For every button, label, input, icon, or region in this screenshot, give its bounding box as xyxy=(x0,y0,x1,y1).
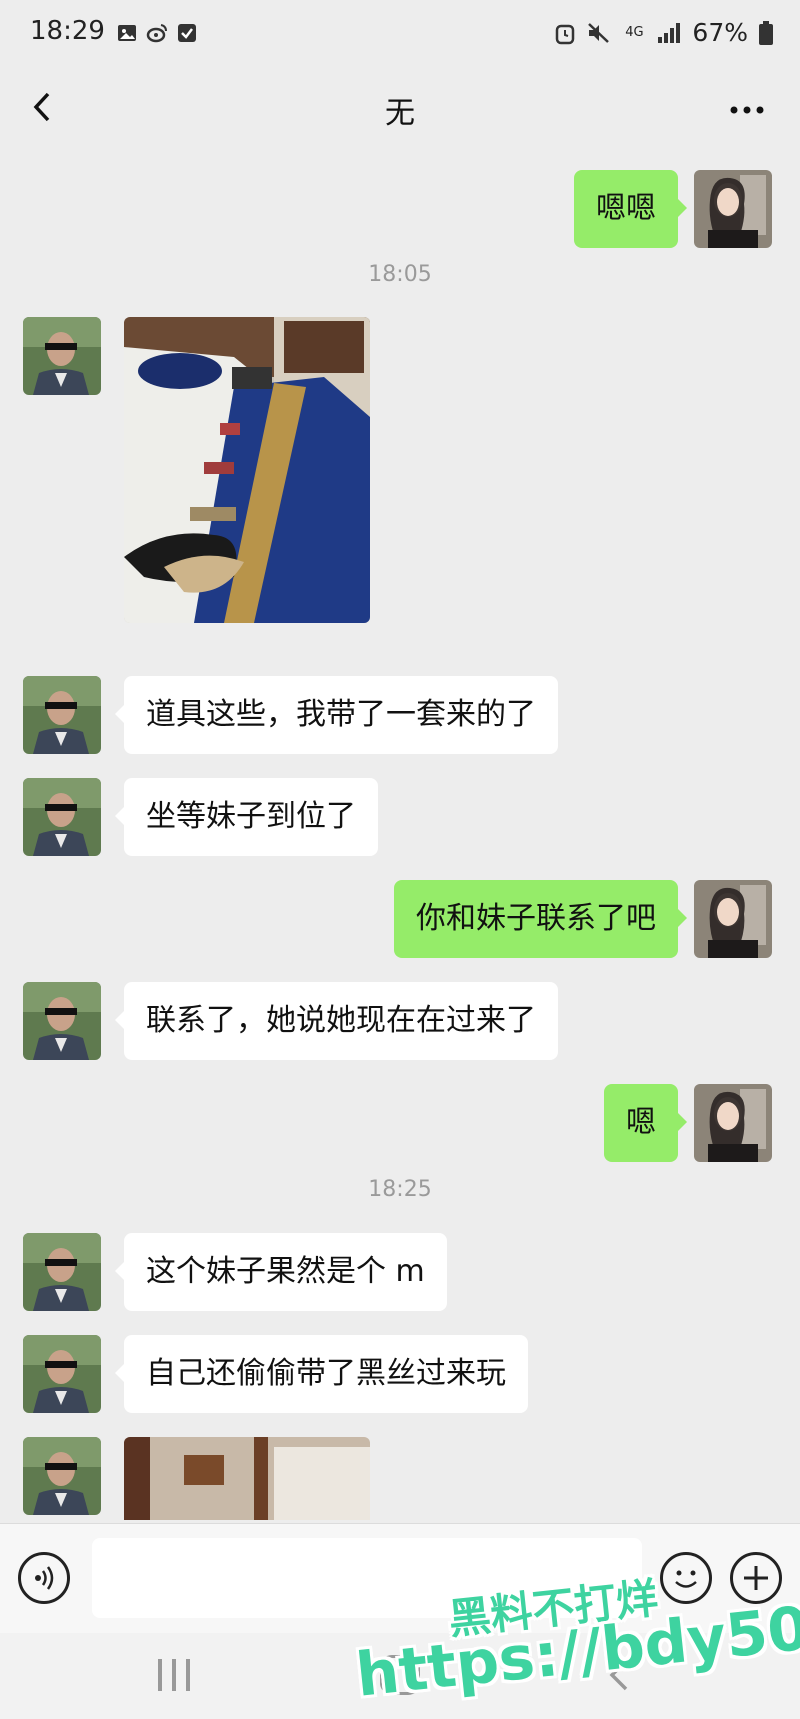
avatar[interactable] xyxy=(23,676,101,754)
received-bubble[interactable]: 坐等妹子到位了 xyxy=(115,778,378,856)
network-label: 4G xyxy=(625,25,644,40)
gallery-icon xyxy=(118,25,136,41)
photo-message[interactable] xyxy=(124,317,370,623)
mute-icon xyxy=(588,22,610,43)
notification-icons xyxy=(116,22,198,44)
avatar[interactable] xyxy=(23,982,101,1060)
received-bubble[interactable]: 这个妹子果然是个 m xyxy=(115,1233,447,1311)
sent-bubble[interactable]: 嗯 xyxy=(604,1084,687,1162)
more-icon[interactable] xyxy=(722,84,772,134)
voice-icon[interactable] xyxy=(18,1552,70,1604)
chat-title: 无 xyxy=(385,96,415,131)
emoji-icon[interactable] xyxy=(660,1552,712,1604)
sent-bubble[interactable]: 你和妹子联系了吧 xyxy=(394,880,687,958)
recent-apps-icon[interactable] xyxy=(152,1655,196,1695)
status-right: 4G 67% xyxy=(554,18,774,47)
avatar[interactable] xyxy=(23,317,101,395)
avatar[interactable] xyxy=(694,880,772,958)
chat-header: 无 xyxy=(0,70,800,148)
avatar[interactable] xyxy=(694,170,772,248)
timestamp: 18:25 xyxy=(368,1177,432,1202)
received-bubble[interactable]: 联系了，她说她现在在过来了 xyxy=(115,982,558,1060)
check-icon xyxy=(178,24,196,42)
photo-message[interactable] xyxy=(124,1437,370,1520)
avatar[interactable] xyxy=(23,1233,101,1311)
received-bubble[interactable]: 道具这些，我带了一套来的了 xyxy=(115,676,558,754)
battery-icon xyxy=(759,20,773,45)
status-time: 18:29 xyxy=(30,16,105,46)
received-bubble[interactable]: 自己还偷偷带了黑丝过来玩 xyxy=(115,1335,528,1413)
status-bar: 18:29 4G 67% xyxy=(0,0,800,70)
avatar[interactable] xyxy=(23,778,101,856)
sent-bubble[interactable]: 嗯嗯 xyxy=(574,170,687,248)
avatar[interactable] xyxy=(23,1437,101,1515)
battery-percent: 67% xyxy=(692,18,748,47)
signal-icon xyxy=(658,22,681,43)
message-list[interactable]: 嗯嗯 18:05 道具这些，我带了一套来的了 坐等妹子到位了 你和妹子联系了吧 … xyxy=(0,150,800,1520)
avatar[interactable] xyxy=(694,1084,772,1162)
alarm-icon xyxy=(556,24,575,44)
timestamp: 18:05 xyxy=(368,262,432,287)
weibo-icon xyxy=(146,24,167,43)
avatar[interactable] xyxy=(23,1335,101,1413)
